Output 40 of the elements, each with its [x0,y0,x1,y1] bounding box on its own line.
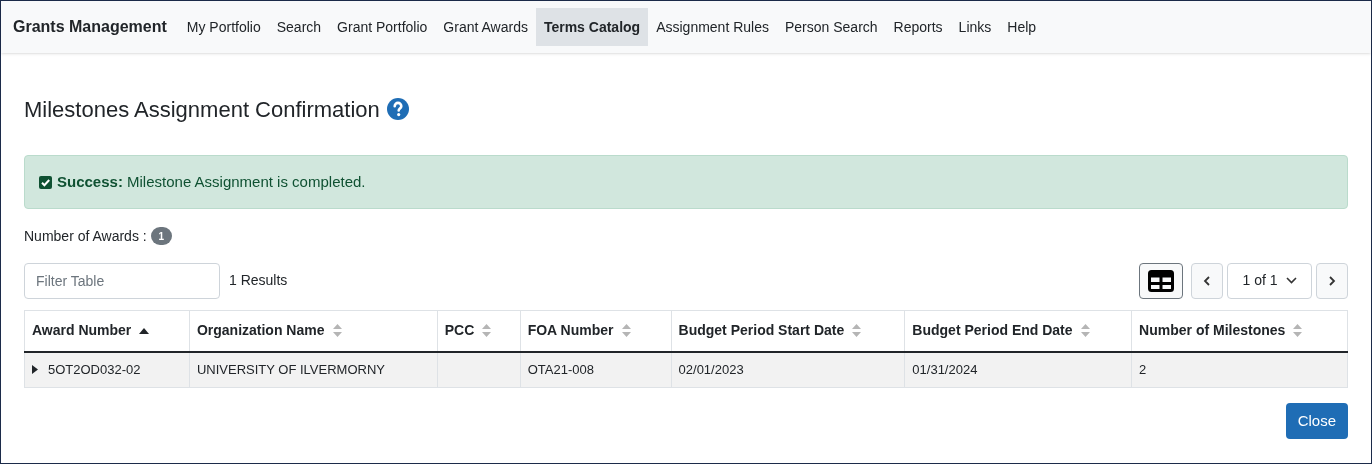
column-header[interactable]: Budget Period Start Date [671,310,905,352]
column-header[interactable]: FOA Number [520,310,672,352]
nav-tab[interactable]: Search [268,8,330,46]
brand-title[interactable]: Grants Management [13,15,167,39]
nav-tab[interactable]: Person Search [776,8,886,46]
column-header[interactable]: Number of Milestones [1131,310,1348,352]
nav-tab[interactable]: Terms Catalog [535,8,649,46]
table-cell-text: 02/01/2023 [678,361,744,379]
nav-tab[interactable]: My Portfolio [178,8,269,46]
page-title: Milestones Assignment Confirmation [24,95,380,124]
results-count: 1 Results [229,271,288,290]
nav-tab[interactable]: Grant Awards [435,8,536,46]
column-header[interactable]: Budget Period End Date [904,310,1132,352]
checkbox-icon [39,175,52,189]
chevron-down-icon [1285,277,1297,284]
chevron-left-icon [1203,275,1211,286]
column-header[interactable]: PCC [437,310,521,352]
table-cell-text: 2 [1139,361,1147,379]
nav-tab[interactable]: Help [999,8,1045,46]
nav-tab[interactable]: Links [950,8,1000,46]
nav-tab[interactable]: Grant Portfolio [329,8,436,46]
grid-view-button[interactable] [1139,262,1183,299]
table-icon [1148,269,1174,292]
count-badge: 1 [150,227,172,245]
nav-tab[interactable]: Assignment Rules [648,8,777,46]
table-cell-text: UNIVERSITY OF ILVERMORNY [196,361,385,379]
column-header[interactable]: Award Number [24,310,190,352]
caret-right-icon[interactable] [32,365,38,375]
alert-message: Success: Milestone Assignment is completed. [57,171,366,192]
chevron-right-icon [1328,275,1336,286]
column-header[interactable]: Organization Name [189,310,438,352]
close-button[interactable]: Close [1285,403,1348,439]
table-cell-text: 5OT2OD032-02 [48,361,141,379]
nav-tab[interactable]: Reports [885,8,951,46]
table-cell-text: OTA21-008 [527,361,594,379]
help-icon[interactable] [385,97,410,121]
awards-count-label: Number of Awards : [24,226,147,246]
page-select[interactable]: 1 of 1 [1227,262,1312,299]
table-cell-text: 01/31/2024 [912,361,978,379]
filter-input[interactable]: Filter Table [24,262,220,299]
